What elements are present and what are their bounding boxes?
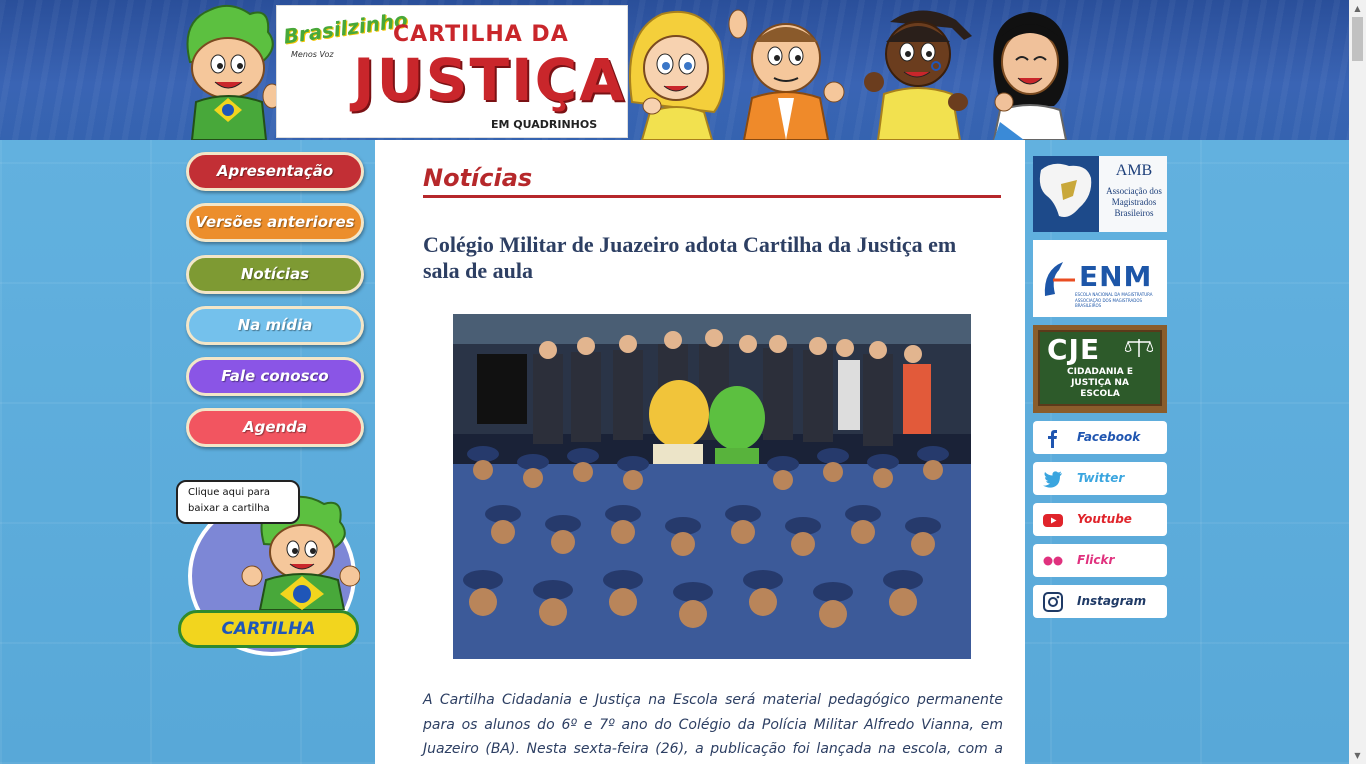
main-content: Notícias Colégio Militar de Juazeiro ado…: [375, 140, 1025, 764]
partner-enm-banner[interactable]: ENM ESCOLA NACIONAL DA MAGISTRATURA ASSO…: [1033, 240, 1167, 317]
scales-of-justice-icon: [1125, 339, 1153, 357]
menu-fale-conosco-button[interactable]: Fale conosco: [186, 357, 364, 396]
social-twitter-label: Twitter: [1077, 471, 1125, 485]
brasilzinho-character-icon: [186, 4, 282, 140]
page-scrollbar[interactable]: ▲ ▼: [1349, 0, 1366, 764]
menu-versoes-anteriores-button[interactable]: Versões anteriores: [186, 203, 364, 242]
youtube-icon: [1043, 514, 1063, 527]
social-flickr-link[interactable]: Flickr: [1033, 544, 1167, 577]
enm-sub2: ASSOCIAÇÃO DOS MAGISTRADOS BRASILEIROS: [1075, 298, 1143, 308]
social-instagram-label: Instagram: [1077, 594, 1147, 608]
cje-line3: ESCOLA: [1080, 389, 1120, 399]
social-facebook-label: Facebook: [1077, 430, 1141, 444]
facebook-icon: [1048, 430, 1057, 448]
article-title[interactable]: Colégio Militar de Juazeiro adota Cartil…: [423, 232, 983, 284]
scroll-up-arrow-icon[interactable]: ▲: [1349, 0, 1366, 17]
logo-line2: JUSTIÇA: [353, 46, 627, 114]
social-instagram-link[interactable]: Instagram: [1033, 585, 1167, 618]
logo-brand: Brasilzinho: [281, 7, 409, 49]
cje-line2: JUSTIÇA NA: [1071, 378, 1129, 388]
cje-abbr: CJE: [1047, 333, 1101, 366]
download-speech-bubble[interactable]: Clique aqui para baixar a cartilha: [176, 480, 300, 524]
enm-sub: ESCOLA NACIONAL DA MAGISTRATURA: [1075, 292, 1153, 297]
menu-noticias-button[interactable]: Notícias: [186, 255, 364, 294]
social-youtube-link[interactable]: Youtube: [1033, 503, 1167, 536]
section-title: Notícias: [423, 164, 533, 192]
site-logo[interactable]: Brasilzinho Menos Voz CARTILHA DA JUSTIÇ…: [276, 5, 628, 138]
partner-cje-banner[interactable]: CJE CIDADANIA E JUSTIÇA NA ESCOLA: [1033, 325, 1167, 413]
menu-agenda-button[interactable]: Agenda: [186, 408, 364, 447]
amb-line2: Magistrados: [1111, 197, 1157, 207]
article-photo: [453, 314, 971, 659]
amb-abbr: AMB: [1115, 162, 1153, 179]
social-facebook-link[interactable]: Facebook: [1033, 421, 1167, 454]
blonde-girl-character-icon: [629, 10, 725, 140]
menu-na-midia-button[interactable]: Na mídia: [186, 306, 364, 345]
twitter-icon: [1043, 471, 1062, 488]
social-twitter-link[interactable]: Twitter: [1033, 462, 1167, 495]
instagram-icon: [1043, 592, 1063, 612]
cje-line1: CIDADANIA E: [1067, 367, 1133, 377]
partner-amb-banner[interactable]: AMB Associação dos Magistrados Brasileir…: [1033, 156, 1167, 232]
download-cartilha-button[interactable]: CARTILHA: [178, 610, 359, 648]
flickr-icon: [1043, 556, 1063, 566]
menu-apresentacao-button[interactable]: Apresentação: [186, 152, 364, 191]
social-youtube-label: Youtube: [1077, 512, 1132, 526]
logo-brand-sub: Menos Voz: [291, 50, 334, 59]
section-title-rule: [423, 195, 1001, 198]
social-flickr-label: Flickr: [1077, 553, 1115, 567]
site-header: Brasilzinho Menos Voz CARTILHA DA JUSTIÇ…: [0, 0, 1349, 140]
logo-line3: EM QUADRINHOS: [491, 118, 598, 131]
logo-line1: CARTILHA DA: [393, 22, 569, 47]
amb-line3: Brasileiros: [1114, 208, 1154, 218]
dark-hair-girl-character-icon: [992, 12, 1069, 140]
orange-shirt-boy-character-icon: [728, 9, 845, 140]
braided-girl-character-icon: [864, 10, 972, 140]
scroll-down-arrow-icon[interactable]: ▼: [1349, 747, 1366, 764]
article-body: A Cartilha Cidadania e Justiça na Escola…: [423, 692, 1003, 757]
enm-abbr: ENM: [1079, 260, 1153, 293]
amb-line1: Associação dos: [1106, 186, 1162, 196]
scroll-thumb[interactable]: [1352, 17, 1363, 61]
group-photo-image: [453, 314, 971, 659]
